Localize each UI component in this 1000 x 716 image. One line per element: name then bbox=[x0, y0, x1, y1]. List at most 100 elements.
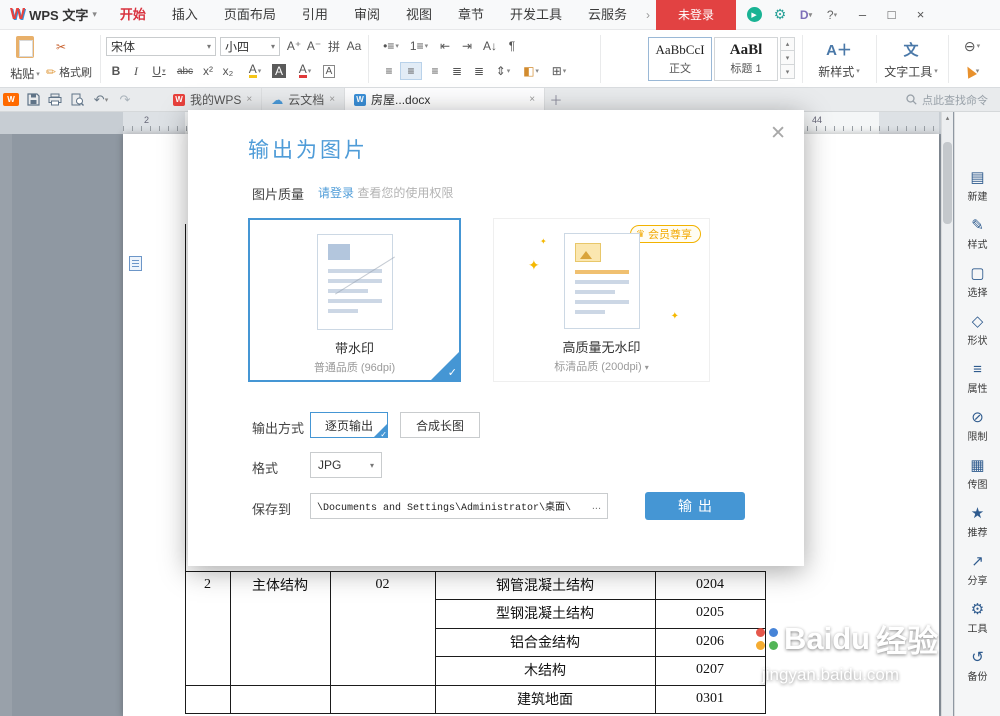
close-icon[interactable]: × bbox=[529, 94, 535, 105]
mode-long-image-button[interactable]: 合成长图 bbox=[400, 412, 480, 438]
pinyin-guide-icon[interactable]: 拼 bbox=[324, 37, 344, 55]
sort-icon[interactable]: A↓ bbox=[478, 37, 502, 55]
bold-icon[interactable]: B bbox=[106, 62, 126, 80]
pilcrow-icon[interactable]: ¶ bbox=[502, 37, 522, 55]
sidebar-item-upload-image[interactable]: ▦传图 bbox=[955, 450, 1000, 498]
sidebar-item-share[interactable]: ↗分享 bbox=[955, 546, 1000, 594]
tab-view[interactable]: 视图 bbox=[393, 0, 445, 30]
option-desc[interactable]: 标清品质 (200dpi) ▾ bbox=[494, 358, 709, 374]
format-painter-button[interactable]: ✏ 格式刷 bbox=[46, 64, 92, 80]
undo-icon[interactable]: ↶▾ bbox=[88, 89, 114, 111]
print-icon[interactable] bbox=[44, 89, 66, 111]
app-logo[interactable]: W WPS 文字 ▾ bbox=[0, 5, 107, 24]
window-minimize-button[interactable]: – bbox=[848, 0, 877, 30]
numbered-list-icon[interactable]: 1≡▾ bbox=[406, 37, 432, 55]
highlight-color-icon[interactable]: A▾ bbox=[242, 62, 268, 80]
help-icon[interactable]: ?▾ bbox=[820, 4, 844, 26]
align-right-icon[interactable]: ≡ bbox=[424, 62, 446, 80]
distribute-icon[interactable]: ≣ bbox=[468, 62, 490, 80]
scroll-up-icon[interactable]: ▴ bbox=[780, 37, 795, 51]
tab-dev-tools[interactable]: 开发工具 bbox=[497, 0, 575, 30]
indent-icon[interactable]: ⇥ bbox=[456, 37, 478, 55]
scroll-down-icon[interactable]: ▾ bbox=[780, 51, 795, 65]
cut-scissors-icon[interactable]: ✂ bbox=[52, 38, 70, 56]
vertical-scrollbar[interactable]: ▴ bbox=[941, 112, 953, 716]
doc-tab-cloud-docs[interactable]: ☁ 云文档 × bbox=[262, 88, 345, 112]
borders-icon[interactable]: ⊞▾ bbox=[546, 62, 572, 80]
strikethrough-icon[interactable]: abc bbox=[172, 62, 198, 80]
change-case-icon[interactable]: Aa bbox=[344, 37, 364, 55]
tab-review[interactable]: 审阅 bbox=[341, 0, 393, 30]
sidebar-item-new[interactable]: ▤新建 bbox=[955, 162, 1000, 210]
login-link[interactable]: 请登录 bbox=[318, 186, 354, 200]
tab-page-layout[interactable]: 页面布局 bbox=[211, 0, 289, 30]
gallery-more-icon[interactable]: ▾ bbox=[780, 65, 795, 79]
font-name-select[interactable]: 宋体▾ bbox=[106, 37, 216, 56]
line-spacing-icon[interactable]: ⇕▾ bbox=[490, 62, 516, 80]
underline-icon[interactable]: U▾ bbox=[146, 62, 172, 80]
export-button[interactable]: 输出 bbox=[645, 492, 745, 520]
browse-button[interactable]: ... bbox=[592, 500, 601, 512]
superscript-icon[interactable]: x² bbox=[198, 62, 218, 80]
doc-tab-my-wps[interactable]: W 我的WPS × bbox=[164, 88, 262, 112]
shading-icon[interactable]: ◧▾ bbox=[518, 62, 544, 80]
char-border-icon[interactable]: A bbox=[318, 62, 340, 80]
style-gallery-scroll[interactable]: ▴ ▾ ▾ bbox=[780, 37, 795, 79]
text-tool-button[interactable]: 文 文字工具▾ bbox=[878, 35, 944, 83]
close-icon[interactable]: × bbox=[329, 94, 335, 105]
tab-home[interactable]: 开始 bbox=[107, 0, 159, 30]
select-cursor-icon[interactable]: ▾ bbox=[958, 62, 986, 80]
align-left-icon[interactable]: ≡ bbox=[378, 62, 400, 80]
new-style-button[interactable]: A＋ 新样式▾ bbox=[806, 35, 872, 83]
increase-font-icon[interactable]: A⁺ bbox=[284, 37, 304, 55]
tab-references[interactable]: 引用 bbox=[289, 0, 341, 30]
save-icon[interactable] bbox=[22, 89, 44, 111]
sidebar-item-properties[interactable]: ≡属性 bbox=[955, 354, 1000, 402]
option-watermark-card[interactable]: 带水印 普通品质 (96dpi) ✓ bbox=[248, 218, 461, 382]
tab-insert[interactable]: 插入 bbox=[159, 0, 211, 30]
paste-button[interactable]: 粘贴▾ bbox=[8, 36, 42, 82]
sidebar-item-restrict[interactable]: ⊘限制 bbox=[955, 402, 1000, 450]
scroll-up-icon[interactable]: ▴ bbox=[942, 112, 953, 124]
align-center-icon[interactable]: ≡ bbox=[400, 62, 422, 80]
settings-gear-icon[interactable]: ⚙ bbox=[768, 4, 792, 26]
justify-icon[interactable]: ≣ bbox=[446, 62, 468, 80]
sidebar-item-tools[interactable]: ⚙工具 bbox=[955, 594, 1000, 642]
upgrade-icon[interactable]: ▶ bbox=[742, 4, 766, 26]
style-heading1[interactable]: AaBl 标题 1 bbox=[714, 37, 778, 81]
margin-marker-icon[interactable] bbox=[129, 256, 142, 271]
print-preview-icon[interactable] bbox=[66, 89, 88, 111]
zoom-out-magnifier-icon[interactable]: ⊖▾ bbox=[956, 37, 988, 55]
bullet-list-icon[interactable]: •≡▾ bbox=[378, 37, 404, 55]
font-color-icon[interactable]: A▾ bbox=[292, 62, 318, 80]
subscript-icon[interactable]: x₂ bbox=[218, 62, 238, 80]
close-icon[interactable]: ✕ bbox=[770, 122, 786, 145]
new-tab-plus-icon[interactable]: ＋ bbox=[545, 89, 567, 111]
char-shading-icon[interactable]: A bbox=[268, 62, 290, 80]
tab-section[interactable]: 章节 bbox=[445, 0, 497, 30]
sidebar-item-shapes[interactable]: ◇形状 bbox=[955, 306, 1000, 354]
style-normal[interactable]: AaBbCcI 正文 bbox=[648, 37, 712, 81]
option-hq-card[interactable]: ♛ 会员尊享 ✦ ✦ ✦ 高质量无水印 标清品质 (200dpi) ▾ bbox=[493, 218, 710, 382]
scrollbar-thumb[interactable] bbox=[943, 142, 952, 224]
login-button[interactable]: 未登录 bbox=[656, 0, 736, 30]
tab-cloud-service[interactable]: 云服务 bbox=[575, 0, 640, 30]
doc-tab-current-document[interactable]: W 房屋...docx × bbox=[345, 88, 545, 112]
more-tabs-chevron-icon[interactable]: › bbox=[640, 8, 656, 22]
mode-per-page-button[interactable]: 逐页输出 ✓ bbox=[310, 412, 388, 438]
outdent-icon[interactable]: ⇤ bbox=[434, 37, 456, 55]
close-icon[interactable]: × bbox=[246, 94, 252, 105]
decrease-font-icon[interactable]: A⁻ bbox=[304, 37, 324, 55]
sidebar-item-styles[interactable]: ✎样式 bbox=[955, 210, 1000, 258]
wps-menu-icon[interactable]: W bbox=[0, 89, 22, 111]
sidebar-item-select[interactable]: ▢选择 bbox=[955, 258, 1000, 306]
skin-icon[interactable]: D▾ bbox=[794, 4, 818, 26]
sidebar-item-backup[interactable]: ↺备份 bbox=[955, 642, 1000, 690]
italic-icon[interactable]: I bbox=[126, 62, 146, 80]
window-maximize-button[interactable]: □ bbox=[877, 0, 906, 30]
sidebar-item-recommend[interactable]: ★推荐 bbox=[955, 498, 1000, 546]
command-search[interactable]: 点此查找命令 bbox=[906, 92, 1000, 108]
format-select[interactable]: JPG ▾ bbox=[310, 452, 382, 478]
redo-icon[interactable]: ↷ bbox=[114, 89, 136, 111]
font-size-select[interactable]: 小四▾ bbox=[220, 37, 280, 56]
